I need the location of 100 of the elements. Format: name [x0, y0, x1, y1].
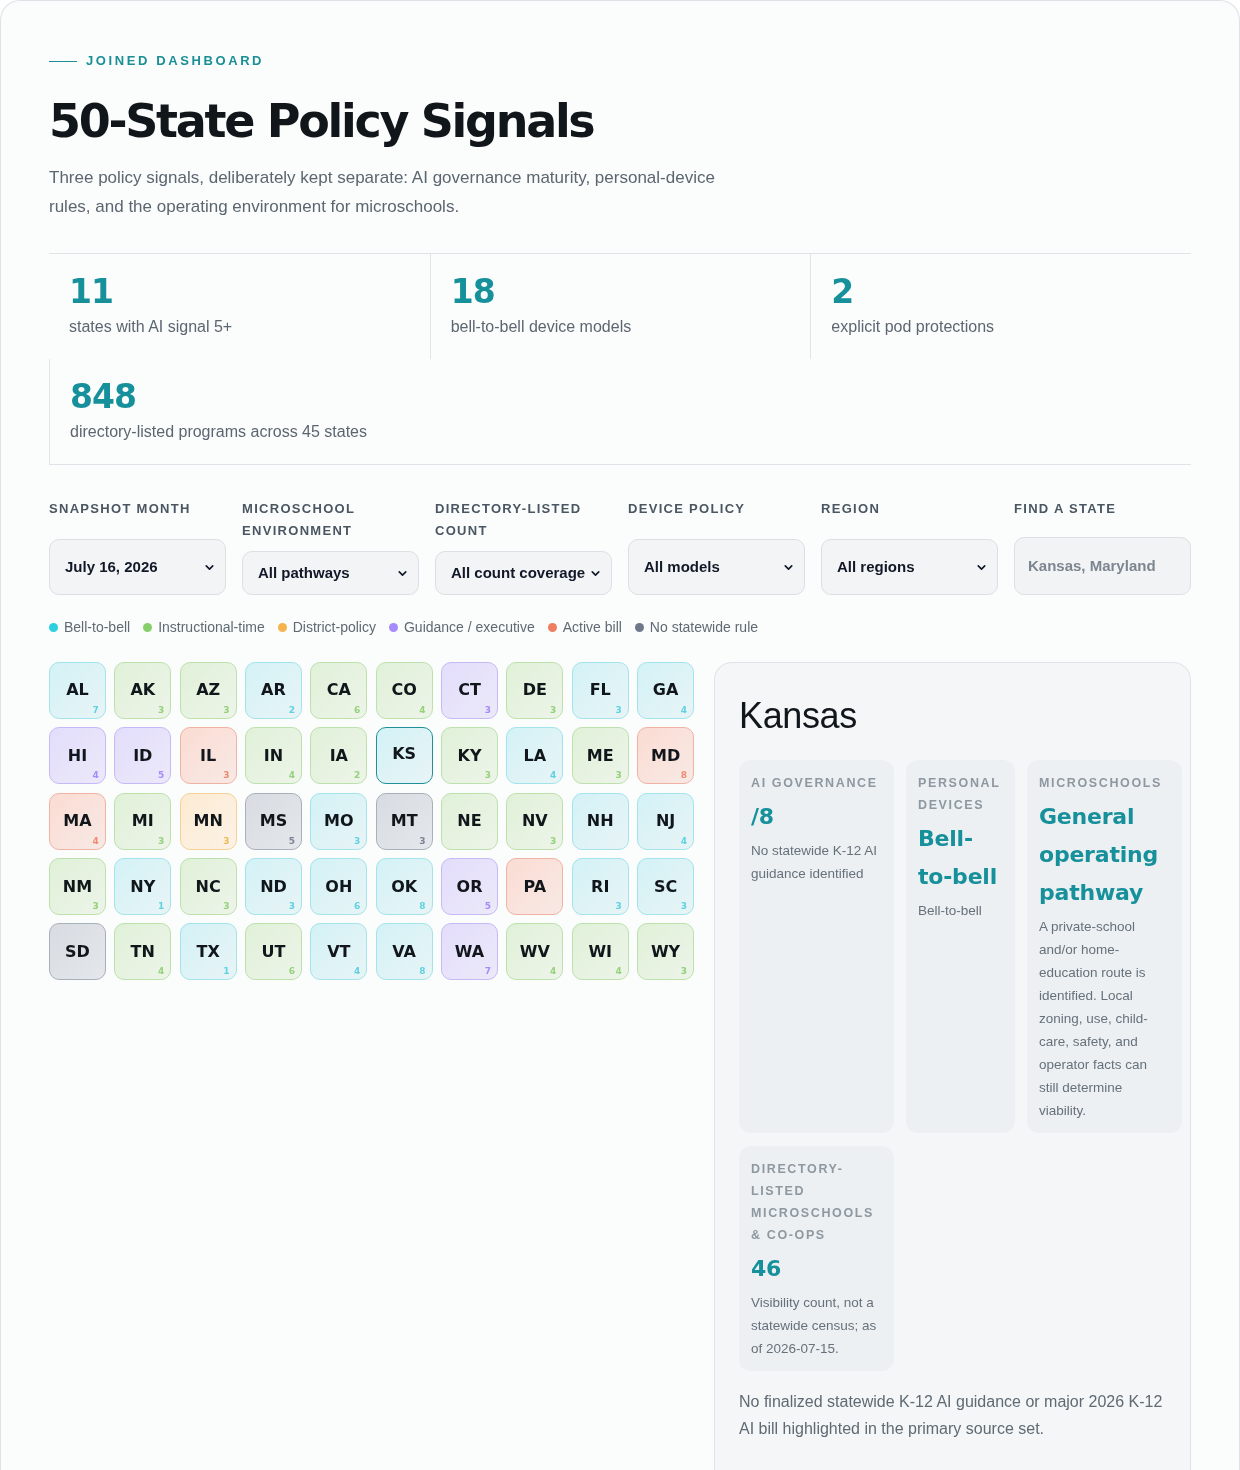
state-tile[interactable]: MO 3 [310, 792, 368, 850]
state-tile[interactable]: MS 5 [245, 792, 302, 850]
state-tile[interactable]: OH 6 [310, 858, 368, 915]
state-tile[interactable]: UT 6 [245, 923, 302, 981]
state-tile[interactable]: MT 3 [375, 792, 433, 850]
state-tile[interactable]: PA [506, 858, 564, 915]
state-tile[interactable]: GA 4 [637, 662, 694, 719]
state-tile[interactable]: NJ 4 [637, 792, 694, 850]
state-tile[interactable]: RI 3 [571, 858, 629, 915]
state-tile[interactable]: SC 3 [637, 858, 694, 915]
state-tile[interactable]: KY 3 [441, 727, 498, 785]
state-tile[interactable]: AR 2 [245, 662, 302, 719]
tile-count: 8 [680, 770, 687, 781]
state-tile[interactable]: AL 7 [49, 662, 106, 719]
state-tile[interactable]: MN 3 [179, 792, 237, 850]
state-tile[interactable]: SD [49, 923, 106, 981]
dropdown-select[interactable]: July 16, 2026 [49, 539, 226, 595]
state-tile[interactable]: AK 3 [114, 662, 172, 719]
state-tile[interactable]: CT 3 [441, 662, 498, 719]
state-tile[interactable]: CA 6 [310, 662, 368, 719]
state-tile[interactable]: IN 4 [245, 727, 302, 785]
stat-value: 11 [69, 273, 114, 311]
state-tile[interactable]: HI 4 [49, 727, 106, 785]
tile-count: 3 [92, 900, 99, 911]
state-tile[interactable]: LA 4 [506, 727, 564, 785]
card-note: A private-school and/or home-education route is identified. Local zoning, use, child-care, safety, and operator facts can still determine viability. [1039, 918, 1149, 1120]
legend-label: District-policy [292, 618, 376, 637]
tile-count: 5 [157, 770, 165, 781]
tile-count: 5 [288, 835, 295, 846]
state-tile[interactable]: ND 3 [245, 858, 302, 915]
tile-count: 2 [288, 704, 295, 715]
tile-count: 2 [353, 770, 361, 781]
state-tile[interactable]: TX 1 [179, 923, 237, 981]
card-label: PERSONAL DEVICES [918, 775, 1002, 814]
tile-count: 4 [157, 966, 165, 977]
tile-count: 7 [484, 966, 491, 977]
legend-label: Bell-to-bell [64, 618, 131, 637]
tile-count: 3 [223, 900, 230, 911]
tile-count: 3 [615, 770, 622, 781]
state-tile[interactable]: MA 4 [49, 792, 106, 850]
state-tile[interactable]: DE 3 [506, 662, 564, 719]
stat-label: states with AI signal 5+ [69, 317, 234, 337]
tile-count: 4 [353, 966, 361, 977]
filter-label: SNAPSHOT MONTH [49, 500, 192, 518]
state-tile[interactable]: NH [571, 792, 629, 850]
dropdown-select[interactable]: All models [628, 539, 805, 595]
state-tile[interactable]: CO 4 [375, 662, 433, 719]
tile-count: 1 [157, 900, 165, 911]
stat-label: directory-listed programs across 45 states [70, 422, 368, 442]
state-tile[interactable]: KS [375, 727, 433, 785]
dropdown-select[interactable]: All regions [821, 539, 998, 595]
state-tile[interactable]: VA 8 [375, 923, 433, 981]
dropdown-select[interactable]: All count coverage [435, 551, 612, 595]
stat-value: 848 [70, 378, 137, 416]
detail-summary: No finalized statewide K-12 AI guidance or major 2026 K-12 AI bill highlighted in the primary source set. [739, 1392, 1164, 1439]
state-tile[interactable]: AZ 3 [179, 662, 237, 719]
tile-count: 3 [157, 835, 165, 846]
state-tile[interactable]: MD 8 [637, 727, 694, 785]
tile-count: 1 [223, 966, 230, 977]
page-title: 50-State Policy Signals [49, 93, 594, 150]
tile-count: 4 [92, 770, 99, 781]
state-tile[interactable]: NC 3 [179, 858, 237, 915]
tile-count: 3 [550, 704, 557, 715]
tile-count: 3 [680, 900, 687, 911]
stat-value: 18 [450, 273, 496, 311]
state-tile[interactable]: NY 1 [114, 858, 172, 915]
state-tile[interactable]: WY 3 [637, 923, 694, 981]
state-tile[interactable]: OR 5 [441, 858, 498, 915]
state-tile[interactable]: MI 3 [114, 792, 172, 850]
state-tile[interactable]: IL 3 [179, 727, 237, 785]
legend-label: Active bill [562, 618, 622, 637]
tile-count: 3 [157, 704, 165, 715]
state-tile[interactable]: IA 2 [310, 727, 368, 785]
state-tile[interactable]: WV 4 [506, 923, 564, 981]
state-tile[interactable]: VT 4 [310, 923, 368, 981]
dropdown-select[interactable]: All pathways [242, 551, 419, 595]
card-value: 46 [751, 1255, 783, 1283]
tile-count: 4 [550, 770, 557, 781]
state-tile[interactable]: TN 4 [114, 923, 172, 981]
state-tile[interactable]: FL 3 [571, 662, 629, 719]
search-field[interactable]: Kansas, Maryland [1014, 537, 1191, 595]
state-tile[interactable]: NM 3 [49, 858, 106, 915]
filter-label: DIRECTORY-LISTED COUNT [435, 500, 583, 540]
state-tile[interactable]: NV 3 [506, 792, 564, 850]
tile-count: 4 [680, 704, 687, 715]
state-tile[interactable]: OK 8 [375, 858, 433, 915]
tile-count: 4 [92, 835, 99, 846]
state-tile[interactable]: ME 3 [571, 727, 629, 785]
tile-count: 6 [353, 704, 361, 715]
state-tile[interactable]: WA 7 [441, 923, 498, 981]
tile-count: 6 [288, 966, 295, 977]
state-tile[interactable]: NE [441, 792, 498, 850]
state-tile[interactable]: WI 4 [571, 923, 629, 981]
tile-count: 7 [92, 704, 99, 715]
tile-count: 3 [680, 966, 687, 977]
filter-label: MICROSCHOOL ENVIRONMENT [242, 500, 356, 540]
card-value: Bell-to-bell [918, 825, 998, 891]
state-tile[interactable]: ID 5 [114, 727, 172, 785]
tile-count: 4 [419, 704, 426, 715]
tile-count: 5 [484, 900, 491, 911]
